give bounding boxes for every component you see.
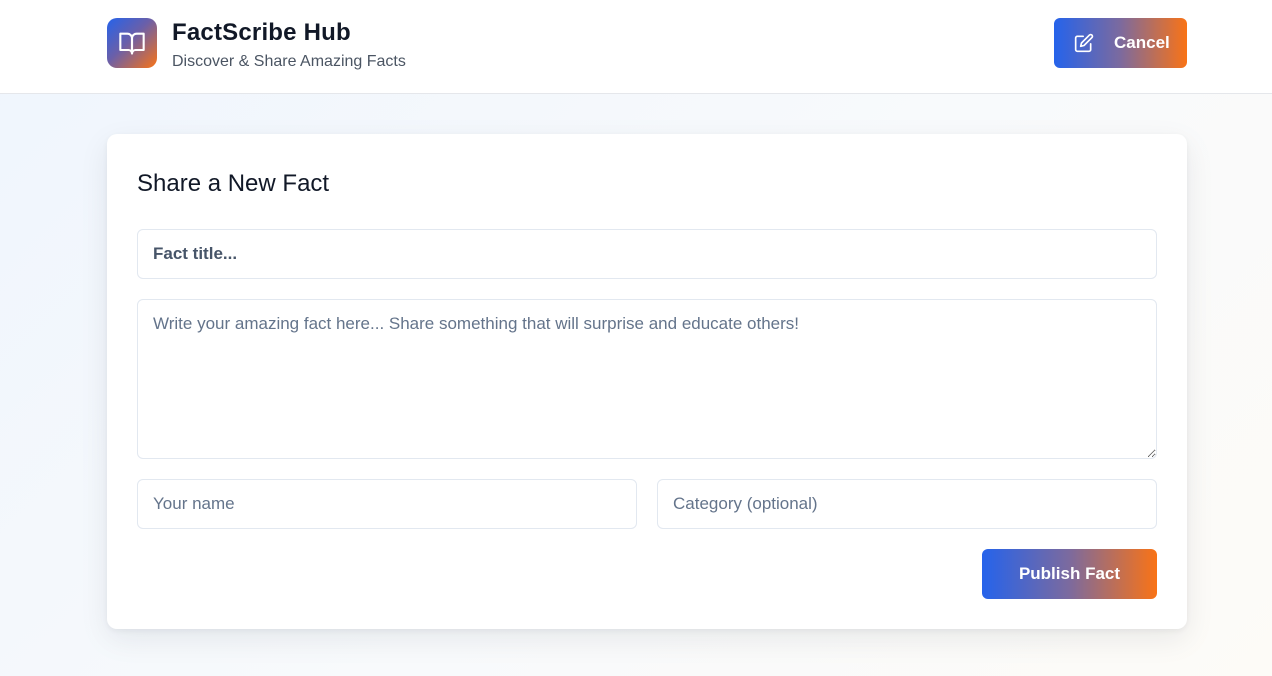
app-logo bbox=[107, 18, 157, 68]
new-fact-form: Share a New Fact Publish Fact bbox=[107, 134, 1187, 629]
cancel-button[interactable]: Cancel bbox=[1054, 18, 1187, 68]
cancel-button-label: Cancel bbox=[1114, 33, 1170, 52]
app-title: FactScribe Hub bbox=[172, 19, 351, 46]
author-name-input[interactable] bbox=[137, 479, 637, 529]
fact-title-input[interactable] bbox=[137, 229, 1157, 279]
top-bar: FactScribe Hub Discover & Share Amazing … bbox=[0, 0, 1272, 94]
category-input[interactable] bbox=[657, 479, 1157, 529]
app-tagline: Discover & Share Amazing Facts bbox=[172, 53, 406, 70]
form-heading: Share a New Fact bbox=[137, 170, 330, 197]
open-book-icon bbox=[119, 32, 145, 55]
publish-fact-button[interactable]: Publish Fact bbox=[982, 549, 1157, 599]
edit-icon bbox=[1074, 33, 1094, 53]
fact-body-textarea[interactable] bbox=[137, 299, 1157, 459]
